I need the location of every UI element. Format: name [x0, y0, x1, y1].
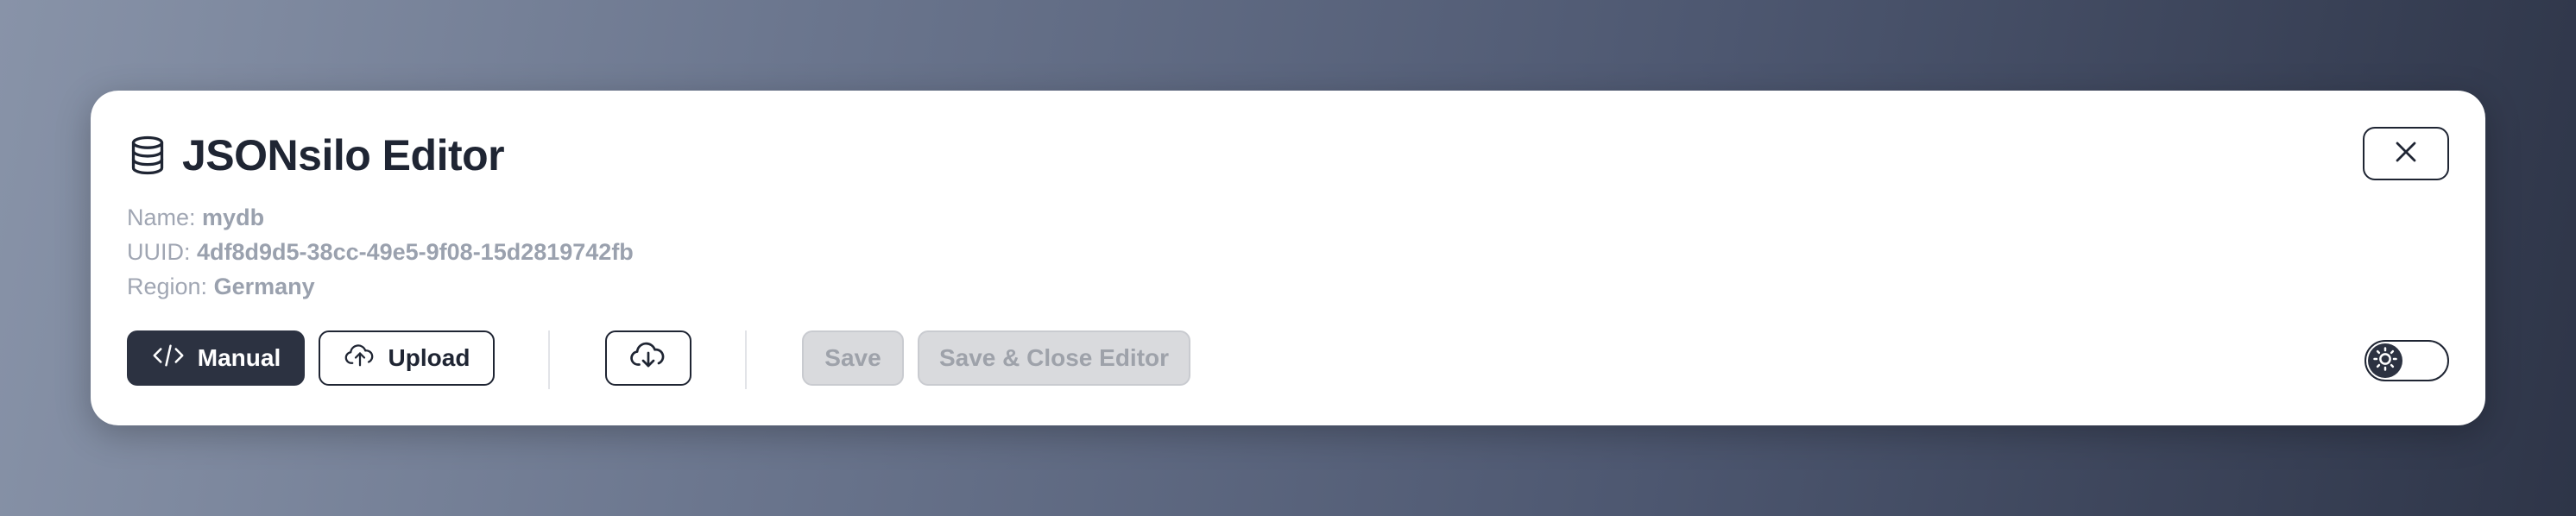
- database-icon: [129, 135, 167, 176]
- meta-name-label: Name:: [127, 205, 196, 230]
- editor-dialog: JSONsilo Editor Name: mydb UUID: 4df8d9d…: [91, 91, 2485, 425]
- meta-uuid-value: 4df8d9d5-38cc-49e5-9f08-15d2819742fb: [197, 239, 634, 265]
- meta-region: Region: Germany: [127, 269, 634, 304]
- meta-region-value: Germany: [213, 274, 315, 299]
- manual-button-label: Manual: [197, 344, 281, 371]
- cloud-download-icon: [628, 340, 668, 377]
- dialog-title: JSONsilo Editor: [182, 131, 505, 179]
- meta-name-value: mydb: [202, 205, 265, 230]
- close-icon: [2393, 139, 2419, 169]
- toolbar-divider: [745, 330, 747, 389]
- toggle-knob: [2368, 343, 2402, 378]
- download-button[interactable]: [605, 330, 691, 386]
- code-icon: [151, 343, 186, 374]
- theme-toggle[interactable]: [2364, 340, 2449, 381]
- close-button[interactable]: [2363, 127, 2449, 180]
- cloud-upload-icon: [344, 343, 376, 374]
- sun-icon: [2372, 346, 2398, 376]
- manual-button[interactable]: Manual: [127, 330, 305, 386]
- meta-uuid: UUID: 4df8d9d5-38cc-49e5-9f08-15d2819742…: [127, 235, 634, 269]
- meta-name: Name: mydb: [127, 200, 634, 235]
- meta-region-label: Region:: [127, 274, 208, 299]
- upload-button-label: Upload: [388, 344, 470, 371]
- save-close-button[interactable]: Save & Close Editor: [918, 330, 1190, 386]
- upload-button[interactable]: Upload: [319, 330, 495, 386]
- save-button[interactable]: Save: [802, 330, 904, 386]
- database-meta: Name: mydb UUID: 4df8d9d5-38cc-49e5-9f08…: [127, 200, 634, 304]
- dialog-header: JSONsilo Editor: [129, 130, 505, 180]
- toolbar-divider: [548, 330, 550, 389]
- meta-uuid-label: UUID:: [127, 239, 191, 265]
